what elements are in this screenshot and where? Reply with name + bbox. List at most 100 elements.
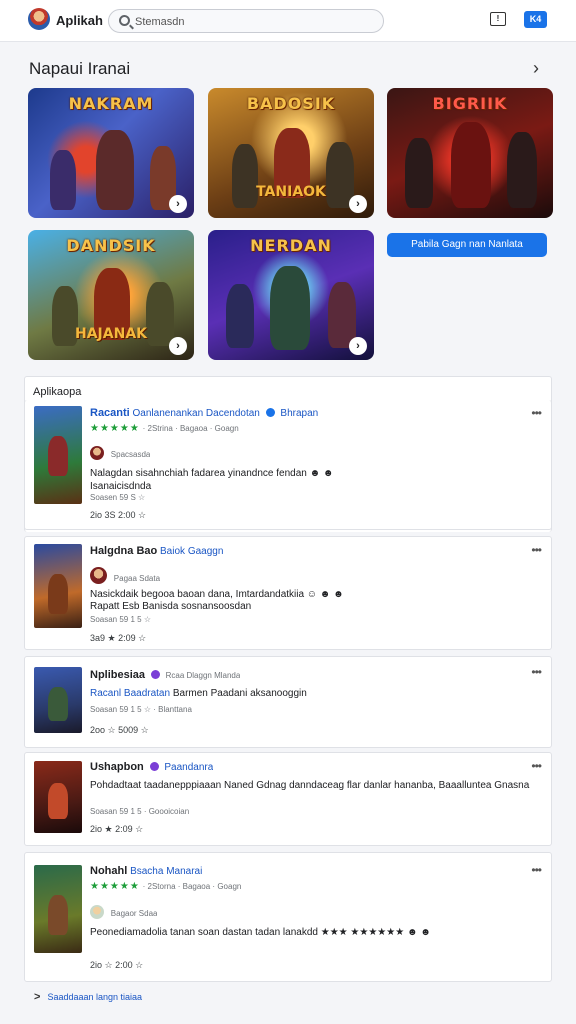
app-thumbnail[interactable] bbox=[34, 865, 82, 953]
app-title-row: Nplibesiaa Rcaa Dlaggn Mlanda bbox=[90, 669, 240, 681]
avatar[interactable] bbox=[90, 567, 107, 584]
hero-figure bbox=[507, 132, 537, 208]
app-developer[interactable]: Racanl Baadratan bbox=[90, 688, 170, 699]
rating-row: ★★★★★ · 2Strina · Bagaoa · Goagn bbox=[90, 423, 239, 434]
avatar[interactable] bbox=[90, 446, 104, 460]
app-description: Nasickdaik begooa baoan dana, Imtardanda… bbox=[90, 589, 344, 600]
chevron-right-icon[interactable]: › bbox=[533, 58, 539, 79]
tile-title: NAKRAM bbox=[68, 94, 154, 113]
tile-title: BADOSIK bbox=[246, 94, 336, 113]
cta-button[interactable]: Pabila Gagn nan Nanlata bbox=[387, 233, 547, 257]
featured-tile[interactable]: NERDAN › bbox=[208, 230, 374, 360]
more-options-icon[interactable]: ••• bbox=[531, 543, 542, 557]
search-input[interactable] bbox=[135, 13, 375, 30]
app-description: Nalagdan sisahnchiah fadarea yinandnce f… bbox=[90, 468, 334, 492]
hero-figure bbox=[48, 687, 68, 721]
author-row: Bagaor Sdaa bbox=[90, 905, 157, 919]
play-icon[interactable]: › bbox=[349, 195, 367, 213]
app-stats: 2io ☆ 2:00 ☆ bbox=[90, 960, 144, 970]
tile-title: NERDAN bbox=[250, 236, 332, 255]
app-stats: 2io ★ 2:09 ☆ bbox=[90, 824, 144, 834]
hero-figure bbox=[50, 150, 76, 210]
action-button[interactable]: K4 bbox=[524, 11, 547, 28]
author-name: Pagaa Sdata bbox=[113, 574, 161, 583]
more-options-icon[interactable]: ••• bbox=[531, 863, 542, 877]
app-developer[interactable]: Oanlanenankan Dacendotan bbox=[133, 408, 260, 419]
search-icon bbox=[119, 15, 130, 26]
app-title-row: Nohahl Bsacha Manarai bbox=[90, 865, 202, 877]
verified-icon bbox=[149, 762, 159, 771]
rating-stars: ★★★★★ bbox=[90, 423, 140, 434]
app-thumbnail[interactable] bbox=[34, 761, 82, 833]
play-icon[interactable]: › bbox=[169, 337, 187, 355]
app-tag: Gaaggn bbox=[187, 546, 224, 557]
hero-figure bbox=[48, 895, 68, 935]
play-icon[interactable]: › bbox=[169, 195, 187, 213]
featured-tile[interactable]: DANDSIK HAJANAK › bbox=[28, 230, 194, 360]
app-thumbnail[interactable] bbox=[34, 667, 82, 733]
featured-tile[interactable]: BIGRIIK bbox=[387, 88, 553, 218]
chevron-right-icon: > bbox=[34, 991, 41, 1003]
featured-tile[interactable]: BADOSIK TANIAOK › bbox=[208, 88, 374, 218]
app-line: Racanl Baadratan Barmen Paadani aksanoog… bbox=[90, 688, 307, 699]
app-logo-icon[interactable] bbox=[28, 8, 50, 30]
verified-icon bbox=[265, 408, 275, 417]
info-icon[interactable]: ! bbox=[490, 12, 506, 26]
app-title-row: Halgdna Bao Baiok Gaaggn bbox=[90, 545, 223, 557]
app-name[interactable]: Racanti bbox=[90, 407, 130, 419]
author-row: Pagaa Sdata bbox=[90, 567, 160, 584]
play-icon[interactable]: › bbox=[349, 337, 367, 355]
app-name[interactable]: Ushapbon bbox=[90, 761, 144, 773]
hero-figure bbox=[48, 783, 68, 819]
app-stats: 3a9 ★ 2:09 ☆ bbox=[90, 633, 147, 643]
app-description: Pohdadtaat taadanepppiaaan Naned Gdnag d… bbox=[90, 780, 530, 791]
app-card[interactable]: Nohahl Bsacha Manarai ★★★★★ · 2Storna · … bbox=[24, 852, 552, 982]
app-name[interactable]: Nplibesiaa bbox=[90, 669, 145, 681]
app-card[interactable]: Halgdna Bao Baiok Gaaggn Pagaa Sdata Nas… bbox=[24, 536, 552, 650]
app-sub: Soasan 59 1 5 ☆ · Blanttana bbox=[90, 705, 192, 714]
featured-tile[interactable]: NAKRAM › bbox=[28, 88, 194, 218]
app-title-row: Racanti Oanlanenankan Dacendotan Bhrapan bbox=[90, 407, 318, 419]
hero-figure bbox=[226, 284, 254, 348]
app-stats: 2io 3S 2:00 ☆ bbox=[90, 510, 147, 520]
apps-section-title: Aplikaopa bbox=[33, 386, 82, 398]
app-description: Barmen Paadani aksanooggin bbox=[172, 688, 307, 699]
rating-stars: ★★★★★ bbox=[90, 881, 140, 892]
hero-figure bbox=[405, 138, 433, 208]
rating-row: ★★★★★ · 2Storna · Bagaoa · Goagn bbox=[90, 881, 241, 892]
see-more-link[interactable]: > Saaddaaan langn tiaiaa bbox=[34, 991, 142, 1003]
app-sub-2: Soasan 59 1 5 ☆ bbox=[90, 615, 151, 624]
hero-figure bbox=[96, 130, 134, 210]
hero-figure bbox=[270, 266, 310, 350]
tile-title: BIGRIIK bbox=[432, 94, 508, 113]
app-thumbnail[interactable] bbox=[34, 406, 82, 504]
tile-title: DANDSIK bbox=[66, 236, 156, 255]
app-title: Aplikah bbox=[56, 13, 103, 28]
app-card[interactable]: Ushapbon Paandanra Pohdadtaat taadaneppp… bbox=[24, 752, 552, 846]
tile-subtitle: HAJANAK bbox=[75, 326, 147, 342]
app-developer[interactable]: Baiok bbox=[160, 546, 185, 557]
hero-figure bbox=[48, 436, 68, 476]
app-name[interactable]: Halgdna Bao bbox=[90, 545, 157, 557]
author-name: Bagaor Sdaa bbox=[110, 909, 158, 918]
see-more-label: Saaddaaan langn tiaiaa bbox=[47, 992, 143, 1002]
app-thumbnail[interactable] bbox=[34, 544, 82, 628]
hero-figure bbox=[451, 122, 491, 208]
app-card[interactable]: Nplibesiaa Rcaa Dlaggn Mlanda Racanl Baa… bbox=[24, 656, 552, 748]
app-developer[interactable]: Paandanra bbox=[164, 762, 213, 773]
author-row: Spacsasda bbox=[90, 446, 150, 460]
more-options-icon[interactable]: ••• bbox=[531, 406, 542, 420]
app-sub: Soasen 59 S ☆ bbox=[90, 493, 146, 502]
app-name[interactable]: Nohahl bbox=[90, 865, 127, 877]
app-title-row: Ushapbon Paandanra bbox=[90, 761, 213, 773]
app-tag: Bhrapan bbox=[280, 408, 319, 419]
top-bar: Aplikah ! K4 bbox=[0, 0, 576, 42]
more-options-icon[interactable]: ••• bbox=[531, 759, 542, 773]
search-bar[interactable] bbox=[108, 9, 384, 33]
app-card[interactable]: Racanti Oanlanenankan Dacendotan Bhrapan… bbox=[24, 400, 552, 530]
more-options-icon[interactable]: ••• bbox=[531, 665, 542, 679]
app-meta: · 2Strina · Bagaoa · Goagn bbox=[142, 424, 239, 433]
avatar[interactable] bbox=[90, 905, 104, 919]
app-developer[interactable]: Bsacha Manarai bbox=[130, 866, 202, 877]
app-sub: Rapatt Esb Banisda sosnansoosdan bbox=[90, 601, 252, 612]
